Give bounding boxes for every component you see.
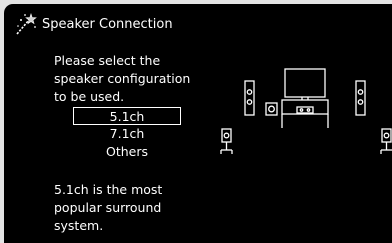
speaker-config-list: 5.1ch 7.1ch Others (73, 107, 181, 161)
description-line: popular surround (54, 200, 162, 215)
front-left-speaker-icon (244, 80, 255, 116)
instruction-line: to be used. (54, 89, 125, 104)
tv-icon (284, 68, 326, 100)
option-5-1ch[interactable]: 5.1ch (73, 107, 181, 125)
front-right-speaker-icon (355, 80, 366, 116)
instruction-line: Please select the (54, 53, 161, 68)
instruction-text: Please select the speaker configuration … (54, 52, 214, 106)
description-line: system. (54, 218, 104, 233)
page-title: Speaker Connection (42, 17, 173, 32)
option-7-1ch[interactable]: 7.1ch (73, 125, 181, 143)
instruction-line: speaker configuration (54, 71, 191, 86)
subwoofer-icon (265, 102, 278, 116)
magic-wand-icon (16, 13, 37, 35)
surround-right-speaker-icon (380, 128, 392, 154)
option-others[interactable]: Others (73, 143, 181, 161)
option-description: 5.1ch is the most popular surround syste… (54, 181, 214, 235)
surround-left-speaker-icon (220, 128, 233, 154)
setup-screen: Speaker Connection Please select the spe… (4, 4, 392, 243)
receiver-icon (281, 99, 329, 128)
speaker-layout-icon (220, 68, 392, 154)
description-line: 5.1ch is the most (54, 182, 163, 197)
